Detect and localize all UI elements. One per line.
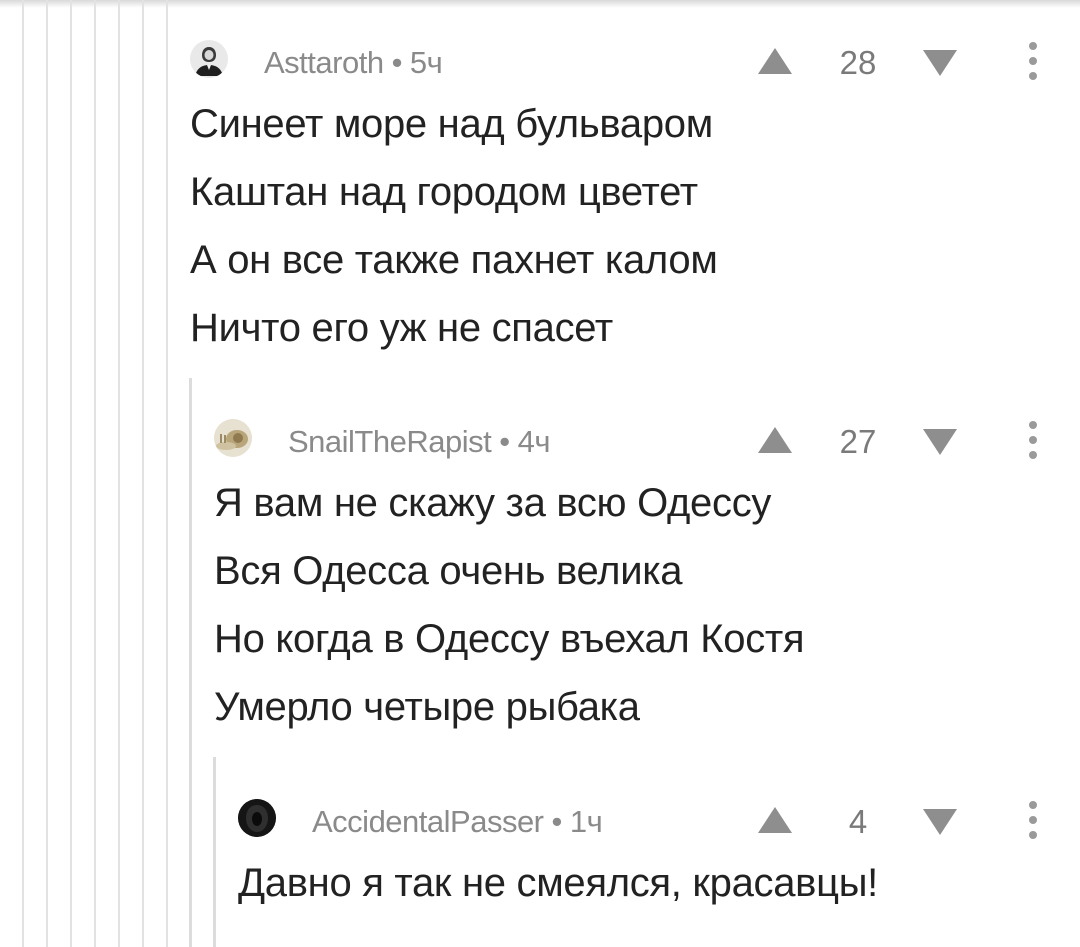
separator: • (551, 804, 563, 839)
more-options-icon[interactable] (1023, 421, 1043, 459)
thread-line (118, 0, 120, 947)
avatar[interactable] (238, 799, 276, 837)
thread-line (22, 0, 24, 947)
avatar[interactable] (190, 40, 228, 78)
comment-line: Вся Одесса очень велика (214, 549, 683, 593)
avatar-snail-icon (214, 419, 252, 457)
comment-line: Каштан над городом цветет (190, 170, 698, 214)
author-line: Asttaroth • 5ч (264, 45, 443, 81)
comment: Asttaroth • 5ч 28 Синеет море над бульваро… (190, 38, 1060, 358)
upvote-icon[interactable] (758, 427, 792, 453)
comment-time: 1ч (569, 804, 603, 839)
separator: • (391, 45, 403, 80)
separator: • (499, 424, 510, 459)
comment: SnailTheRapist • 4ч 27 Я вам не скажу за в… (214, 417, 1060, 737)
reply-indent-bar (213, 757, 216, 947)
comment-line: Давно я так не смеялся, красавцы! (238, 861, 878, 905)
comment-header: Asttaroth • 5ч 28 (190, 38, 1060, 82)
comment-body: Я вам не скажу за всю Одессу Вся Одесса … (214, 469, 805, 741)
upvote-icon[interactable] (758, 48, 792, 74)
author-line: SnailTheRapist • 4ч (288, 424, 550, 460)
comment-line: Я вам не скажу за всю Одессу (214, 481, 772, 525)
comment-header: SnailTheRapist • 4ч 27 (214, 417, 1060, 461)
comment-line: А он все также пахнет калом (190, 238, 718, 282)
author-name[interactable]: AccidentalPasser (312, 804, 544, 839)
author-name[interactable]: Asttaroth (264, 45, 384, 80)
comment: AccidentalPasser • 1ч 4 Давно я так не сме… (238, 797, 1060, 947)
more-options-icon[interactable] (1023, 801, 1043, 839)
author-line: AccidentalPasser • 1ч (312, 804, 603, 840)
thread-line (46, 0, 48, 947)
avatar-hooded-figure-icon (238, 799, 276, 837)
thread-line (166, 0, 168, 947)
comment-body: Давно я так не смеялся, красавцы! (238, 849, 878, 917)
downvote-icon[interactable] (923, 809, 957, 835)
comment-line: Умерло четыре рыбака (214, 685, 640, 729)
score: 28 (839, 44, 877, 81)
comment-time: 5ч (409, 45, 443, 80)
avatar-portrait-icon (190, 40, 228, 78)
thread-line (70, 0, 72, 947)
score: 4 (848, 803, 868, 840)
downvote-icon[interactable] (923, 429, 957, 455)
top-shadow (0, 0, 1080, 8)
comment-header: AccidentalPasser • 1ч 4 (238, 797, 1060, 841)
comment-line: Ничто его уж не спасет (190, 306, 613, 350)
comment-line: Синеет море над бульваром (190, 102, 713, 146)
thread-line (94, 0, 96, 947)
comment-line: Но когда в Одессу въехал Костя (214, 617, 805, 661)
reply-indent-bar (189, 378, 192, 947)
upvote-icon[interactable] (758, 807, 792, 833)
downvote-icon[interactable] (923, 50, 957, 76)
comment-body: Синеет море над бульваром Каштан над гор… (190, 90, 718, 362)
comment-time: 4ч (517, 424, 551, 459)
more-options-icon[interactable] (1023, 42, 1043, 80)
score: 27 (839, 423, 877, 460)
author-name[interactable]: SnailTheRapist (288, 424, 492, 459)
avatar[interactable] (214, 419, 252, 457)
thread-line (142, 0, 144, 947)
